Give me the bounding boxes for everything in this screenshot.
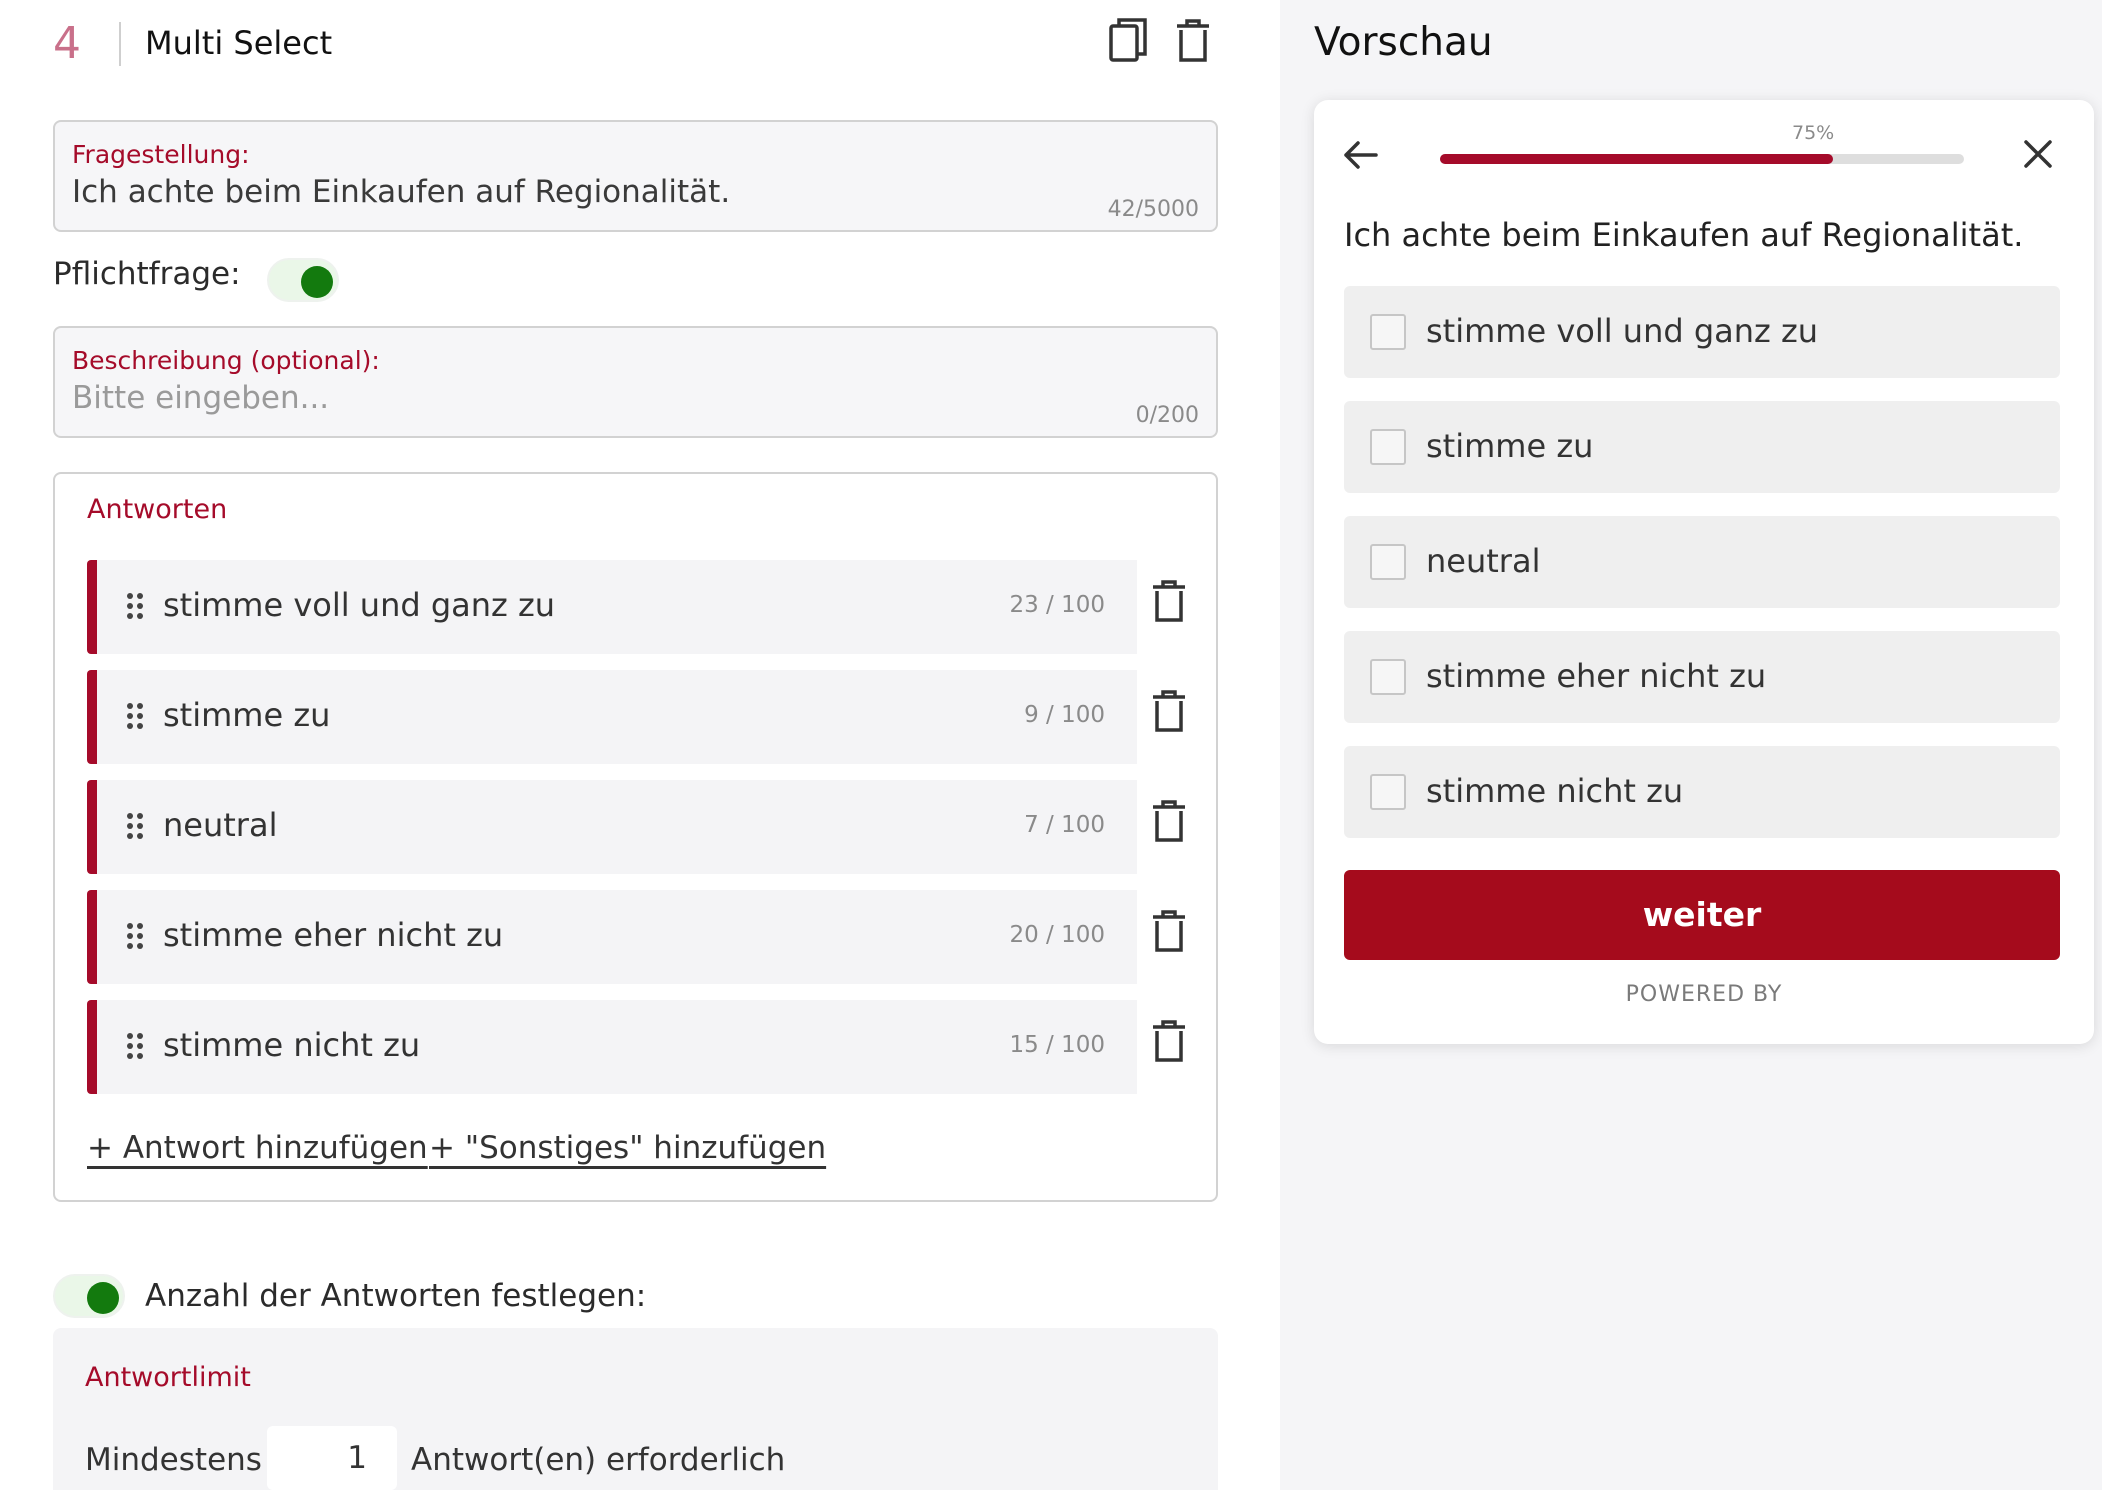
delete-answer-icon[interactable]: [1147, 688, 1191, 738]
answer-row[interactable]: stimme zu 9 / 100: [87, 670, 1137, 764]
answer-row[interactable]: stimme voll und ganz zu 23 / 100: [87, 560, 1137, 654]
copy-icon[interactable]: [1105, 16, 1153, 68]
preview-option-label: stimme eher nicht zu: [1426, 657, 1767, 695]
drag-handle-icon[interactable]: [123, 1028, 147, 1064]
progress-label: 75%: [1792, 122, 1835, 144]
drag-handle-icon[interactable]: [123, 588, 147, 624]
answers-section: Antworten stimme voll und ganz zu 23 / 1…: [53, 472, 1218, 1202]
answer-row[interactable]: stimme nicht zu 15 / 100: [87, 1000, 1137, 1094]
trash-icon[interactable]: [1169, 16, 1217, 68]
delete-answer-icon[interactable]: [1147, 798, 1191, 848]
preview-option[interactable]: stimme zu: [1344, 401, 2060, 493]
question-number: 4: [53, 18, 81, 69]
answer-text[interactable]: stimme eher nicht zu: [163, 916, 503, 954]
add-answer-button[interactable]: + Antwort hinzufügen: [87, 1130, 428, 1166]
drag-handle-icon[interactable]: [123, 808, 147, 844]
answer-row[interactable]: neutral 7 / 100: [87, 780, 1137, 874]
limit-prefix: Mindestens: [85, 1442, 262, 1478]
question-text-value[interactable]: Ich achte beim Einkaufen auf Regionalitä…: [72, 174, 730, 210]
answer-limit-title: Antwortlimit: [85, 1362, 251, 1393]
toggle-knob: [87, 1282, 119, 1314]
answer-counter: 20 / 100: [1009, 922, 1105, 948]
answers-title: Antworten: [87, 494, 228, 525]
delete-answer-icon[interactable]: [1147, 1018, 1191, 1068]
checkbox[interactable]: [1370, 314, 1406, 350]
question-editor: 4 Multi Select Fragestellung: Ich achte …: [0, 0, 1280, 1490]
delete-answer-icon[interactable]: [1147, 908, 1191, 958]
checkbox[interactable]: [1370, 659, 1406, 695]
answer-row[interactable]: stimme eher nicht zu 20 / 100: [87, 890, 1137, 984]
preview-pane: Vorschau 75% Ich achte beim Einkaufen au…: [1280, 0, 2102, 1490]
preview-question: Ich achte beim Einkaufen auf Regionalitä…: [1344, 216, 2024, 254]
preview-title: Vorschau: [1314, 20, 1493, 65]
description-field[interactable]: Beschreibung (optional): Bitte eingeben.…: [53, 326, 1218, 438]
checkbox[interactable]: [1370, 774, 1406, 810]
progress-bar: [1440, 154, 1964, 164]
limit-suffix: Antwort(en) erforderlich: [411, 1442, 786, 1478]
close-icon[interactable]: [2018, 134, 2058, 174]
question-type: Multi Select: [145, 24, 333, 62]
next-button[interactable]: weiter: [1344, 870, 2060, 960]
preview-option[interactable]: stimme nicht zu: [1344, 746, 2060, 838]
preview-option-label: neutral: [1426, 542, 1541, 580]
answer-counter: 15 / 100: [1009, 1032, 1105, 1058]
drag-handle-icon[interactable]: [123, 698, 147, 734]
preview-option[interactable]: stimme voll und ganz zu: [1344, 286, 2060, 378]
header-divider: [119, 22, 121, 66]
preview-option-label: stimme zu: [1426, 427, 1594, 465]
powered-by-text: POWERED BY: [1625, 982, 1783, 1007]
description-label: Beschreibung (optional):: [72, 346, 380, 375]
required-toggle[interactable]: [267, 258, 339, 302]
min-answers-input[interactable]: 1: [267, 1426, 397, 1490]
question-text-field[interactable]: Fragestellung: Ich achte beim Einkaufen …: [53, 120, 1218, 232]
add-other-button[interactable]: + "Sonstiges" hinzufügen: [429, 1130, 826, 1166]
back-arrow-icon[interactable]: [1340, 134, 1382, 176]
checkbox[interactable]: [1370, 429, 1406, 465]
answer-text[interactable]: stimme voll und ganz zu: [163, 586, 555, 624]
preview-option-label: stimme nicht zu: [1426, 772, 1684, 810]
preview-card: 75% Ich achte beim Einkaufen auf Regiona…: [1314, 100, 2094, 1044]
answer-counter: 7 / 100: [1024, 812, 1105, 838]
drag-handle-icon[interactable]: [123, 918, 147, 954]
answer-text[interactable]: stimme nicht zu: [163, 1026, 420, 1064]
answer-text[interactable]: neutral: [163, 806, 277, 844]
answer-count-label: Anzahl der Antworten festlegen:: [145, 1278, 647, 1314]
answer-counter: 9 / 100: [1024, 702, 1105, 728]
description-placeholder[interactable]: Bitte eingeben...: [72, 380, 329, 416]
description-counter: 0/200: [1135, 403, 1199, 428]
answer-counter: 23 / 100: [1009, 592, 1105, 618]
progress-fill: [1440, 154, 1833, 164]
question-header: 4 Multi Select: [53, 14, 1218, 70]
toggle-knob: [301, 266, 333, 298]
preview-option[interactable]: neutral: [1344, 516, 2060, 608]
question-text-label: Fragestellung:: [72, 140, 250, 169]
preview-option[interactable]: stimme eher nicht zu: [1344, 631, 2060, 723]
answer-limit-section: Antwortlimit Mindestens 1 Antwort(en) er…: [53, 1328, 1218, 1490]
delete-answer-icon[interactable]: [1147, 578, 1191, 628]
answer-count-toggle[interactable]: [53, 1274, 125, 1318]
preview-option-label: stimme voll und ganz zu: [1426, 312, 1819, 350]
question-text-counter: 42/5000: [1107, 197, 1199, 222]
checkbox[interactable]: [1370, 544, 1406, 580]
required-label: Pflichtfrage:: [53, 256, 241, 292]
answer-text[interactable]: stimme zu: [163, 696, 330, 734]
